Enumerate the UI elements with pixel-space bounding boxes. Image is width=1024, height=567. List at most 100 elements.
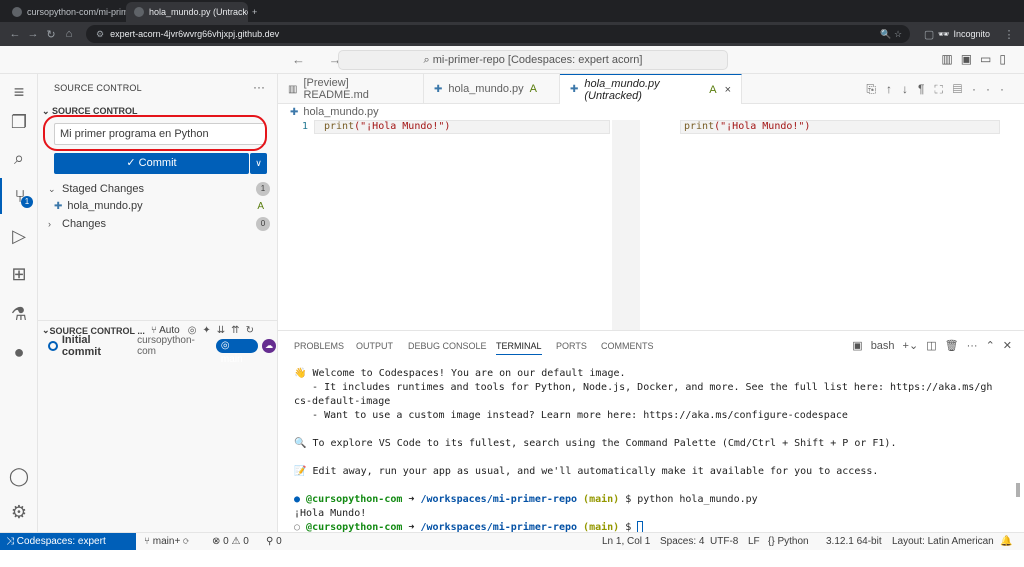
- search-icon[interactable]: ⌕: [0, 140, 38, 176]
- explorer-icon[interactable]: ❐: [0, 104, 38, 140]
- command-center[interactable]: ⌕ mi-primer-repo [Codespaces: expert aco…: [338, 50, 728, 70]
- terminal-line: ¡Hola Mundo!: [294, 508, 367, 519]
- remote-indicator[interactable]: ⤨ Codespaces: expert acorn: [0, 533, 136, 564]
- extensions-icon[interactable]: ⊞: [0, 256, 38, 292]
- tab-comments[interactable]: COMMENTS: [601, 341, 654, 351]
- terminal-prompt-line: ● @cursopython-com ➜ /workspaces/mi-prim…: [294, 493, 758, 507]
- indentation[interactable]: Spaces: 4: [660, 533, 704, 550]
- chevron-right-icon: ›: [48, 219, 51, 229]
- ports-status[interactable]: ⚲ 0: [266, 533, 282, 550]
- new-terminal-icon[interactable]: +⌄: [903, 339, 919, 352]
- code-func: print: [324, 121, 355, 132]
- problems-status[interactable]: ⊗ 0 ⚠ 0: [212, 533, 249, 550]
- search-icon: ⌕: [423, 54, 433, 66]
- line-number: 1: [302, 121, 309, 132]
- sync-icon[interactable]: ⟳: [183, 536, 189, 547]
- python-file-icon: ✚: [434, 83, 443, 95]
- keyboard-layout[interactable]: Layout: Latin American: [892, 533, 994, 550]
- source-control-icon[interactable]: ⑂ 1: [0, 178, 38, 214]
- commit-dropdown-button[interactable]: ∨: [250, 153, 267, 174]
- prompt-command: $ python hola_mundo.py: [625, 494, 758, 505]
- back-icon[interactable]: ←: [6, 28, 24, 40]
- commit-button[interactable]: ✓ Commit: [54, 153, 249, 174]
- prompt-path: /workspaces/mi-primer-repo: [420, 494, 578, 505]
- tab-output[interactable]: OUTPUT: [356, 341, 393, 351]
- terminal-line: cs-default-image: [294, 396, 391, 407]
- account-icon[interactable]: ◯: [0, 458, 38, 494]
- error-count: 0: [223, 536, 229, 547]
- shell-label[interactable]: bash: [871, 340, 895, 352]
- more-actions-icon[interactable]: ···: [967, 340, 978, 352]
- home-icon[interactable]: ⌂: [60, 28, 78, 40]
- python-file-icon: ✚: [54, 200, 63, 212]
- browser-menu-icon[interactable]: ⋮: [1000, 28, 1018, 41]
- code-line: print("¡Hola Mundo!"): [324, 120, 450, 134]
- staged-file-item[interactable]: ✚ hola_mundo.py A: [48, 197, 270, 215]
- browser-tab-active[interactable]: hola_mundo.py (Untracked) (Wi ×: [126, 2, 248, 22]
- prompt-marker-icon: ●: [294, 494, 307, 505]
- incognito-icon: 🕶: [938, 28, 950, 39]
- split-terminal-icon[interactable]: ◫: [926, 339, 936, 352]
- trash-icon[interactable]: 🗑: [945, 339, 959, 352]
- source-control-sidebar: SOURCE CONTROL ··· ⌄ SOURCE CONTROL Mi p…: [38, 74, 278, 532]
- tab-readme-preview[interactable]: ▥ [Preview] README.md: [278, 74, 424, 104]
- bottom-panel: PROBLEMS OUTPUT DEBUG CONSOLE TERMINAL P…: [278, 330, 1024, 533]
- gear-icon[interactable]: ⚙: [0, 494, 38, 530]
- diff-original-pane[interactable]: 1 print("¡Hola Mundo!"): [278, 120, 618, 330]
- editor-actions[interactable]: ⎘↑↓¶⛶▤···: [866, 82, 1014, 97]
- diff-divider: [612, 120, 640, 330]
- more-actions-icon[interactable]: ···: [253, 80, 265, 94]
- python-interpreter[interactable]: 3.12.1 64-bit: [826, 533, 882, 550]
- close-icon[interactable]: ✕: [1003, 339, 1012, 352]
- breadcrumb[interactable]: ✚ hola_mundo.py: [290, 106, 379, 118]
- testing-icon[interactable]: ⚗: [0, 296, 38, 332]
- maximize-panel-icon[interactable]: ⌃: [986, 339, 995, 352]
- notifications-icon[interactable]: 🔔: [1000, 533, 1012, 550]
- terminal-line: 📝 Edit away, run your app as usual, and …: [294, 466, 879, 477]
- branch-status[interactable]: ⑂ main+ ⟳: [144, 533, 189, 550]
- browser-tab-label: hola_mundo.py (Untracked) (Wi: [149, 7, 248, 17]
- address-bar[interactable]: ⚙ expert-acorn-4jvr6wvrg66vhjxpj.github.…: [86, 25, 911, 43]
- tab-terminal[interactable]: TERMINAL: [496, 341, 542, 355]
- terminal-scrollbar[interactable]: [1016, 483, 1020, 497]
- code-string: ("¡Hola Mundo!"): [354, 121, 451, 132]
- zoom-bookmark-icons[interactable]: 🔍 ☆: [880, 29, 902, 40]
- run-debug-icon[interactable]: ▷: [0, 218, 38, 254]
- new-tab-button[interactable]: +: [248, 2, 268, 22]
- layout-controls[interactable]: ▥▣▭▯: [941, 52, 1014, 66]
- file-status-added: A: [709, 83, 717, 96]
- reload-icon[interactable]: ↻: [42, 28, 60, 41]
- staged-changes-group[interactable]: ⌄ Staged Changes 1: [48, 180, 270, 198]
- changes-count-badge: 0: [256, 217, 270, 231]
- tab-hola-mundo[interactable]: ✚ hola_mundo.py A: [424, 74, 560, 104]
- terminal-line: 👋 Welcome to Codespaces! You are on our …: [294, 368, 626, 379]
- browser-tab[interactable]: cursopython-com/mi-primer-rep ×: [4, 2, 126, 22]
- ports-count: 0: [276, 536, 282, 547]
- encoding[interactable]: UTF-8: [710, 533, 738, 550]
- extensions-icon[interactable]: ▢: [920, 28, 938, 41]
- tab-problems[interactable]: PROBLEMS: [294, 341, 344, 351]
- highlight-annotation: [43, 115, 267, 151]
- sidebar-title: SOURCE CONTROL: [54, 83, 142, 93]
- close-icon[interactable]: ×: [725, 84, 731, 96]
- tab-ports[interactable]: PORTS: [556, 341, 587, 351]
- forward-icon[interactable]: →: [24, 28, 42, 40]
- diff-modified-pane[interactable]: print("¡Hola Mundo!"): [640, 120, 1024, 330]
- graph-commit-item[interactable]: Initial commit cursopython-com ◎ main ☁: [48, 334, 276, 365]
- changes-group[interactable]: › Changes 0: [48, 215, 270, 233]
- tab-hola-mundo-untracked[interactable]: ✚ hola_mundo.py (Untracked) A ×: [560, 74, 742, 104]
- terminal-line: 🔍 To explore VS Code to its fullest, sea…: [294, 438, 897, 449]
- tab-label: hola_mundo.py: [448, 83, 524, 95]
- commit-title: Initial commit: [61, 334, 101, 358]
- end-of-line[interactable]: LF: [748, 533, 760, 550]
- language-mode[interactable]: {} Python: [768, 533, 809, 550]
- preview-icon: ▥: [288, 83, 298, 95]
- terminal-output[interactable]: 👋 Welcome to Codespaces! You are on our …: [294, 367, 1006, 533]
- tab-debug-console[interactable]: DEBUG CONSOLE: [408, 341, 487, 351]
- incognito-indicator[interactable]: 🕶 Incognito: [938, 29, 990, 40]
- cursor-position[interactable]: Ln 1, Col 1: [602, 533, 650, 550]
- site-info-icon[interactable]: ⚙: [96, 29, 104, 40]
- file-status-added: A: [257, 200, 264, 212]
- breadcrumb-file: hola_mundo.py: [303, 106, 379, 118]
- github-icon[interactable]: ●: [0, 334, 38, 370]
